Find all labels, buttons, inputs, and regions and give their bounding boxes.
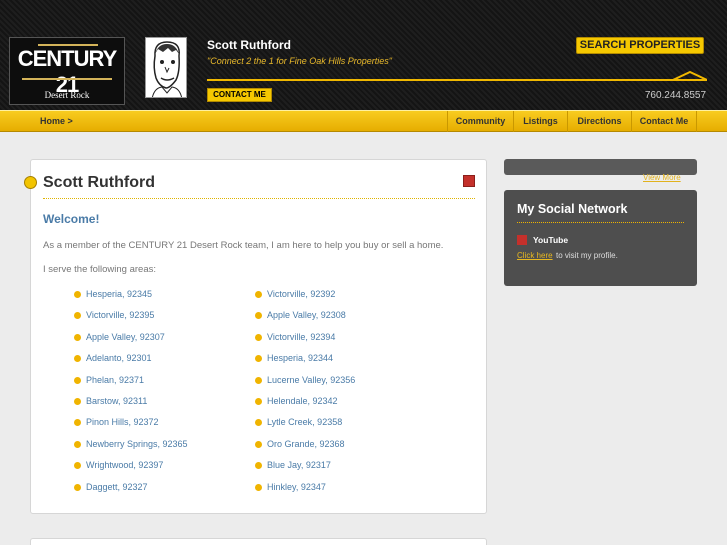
youtube-icon[interactable]	[463, 175, 475, 187]
search-properties-button[interactable]: SEARCH PROPERTIES	[576, 37, 704, 54]
area-link[interactable]: Oro Grande, 92368	[267, 439, 345, 449]
welcome-heading: Welcome!	[43, 212, 100, 226]
bullet-icon	[255, 291, 262, 298]
logo-subtitle: Desert Rock	[44, 90, 90, 100]
bullet-icon	[74, 440, 81, 448]
secondary-card	[30, 538, 487, 545]
roof-icon	[673, 71, 707, 81]
nav-item-community[interactable]: Community	[447, 111, 513, 132]
social-title: My Social Network	[517, 202, 628, 216]
century21-logo[interactable]: CENTURY 21 Desert Rock	[9, 37, 125, 105]
logo-divider	[22, 78, 112, 80]
nav-item-directions[interactable]: Directions	[567, 111, 631, 132]
bullet-icon	[255, 483, 262, 491]
nav-home[interactable]: Home >	[40, 116, 73, 126]
area-link[interactable]: Helendale, 92342	[267, 396, 338, 406]
title-bullet-icon	[24, 176, 37, 189]
area-link[interactable]: Victorville, 92394	[267, 332, 335, 342]
intro-text: As a member of the CENTURY 21 Desert Roc…	[43, 240, 444, 251]
area-link[interactable]: Hinkley, 92347	[267, 482, 326, 492]
area-link[interactable]: Apple Valley, 92307	[86, 332, 165, 342]
bullet-icon	[255, 440, 262, 448]
contact-me-button[interactable]: CONTACT ME	[207, 88, 272, 102]
youtube-icon[interactable]	[517, 235, 527, 245]
nav-item-contact-me[interactable]: Contact Me	[631, 111, 697, 132]
agent-avatar	[145, 37, 187, 98]
area-link[interactable]: Adelanto, 92301	[86, 353, 152, 363]
area-link[interactable]: Blue Jay, 92317	[267, 460, 331, 470]
visit-profile-text: to visit my profile.	[556, 251, 618, 260]
area-link[interactable]: Hesperia, 92345	[86, 289, 152, 299]
area-link[interactable]: Apple Valley, 92308	[267, 310, 346, 320]
bullet-icon	[74, 291, 81, 298]
title-divider	[43, 198, 475, 199]
area-link[interactable]: Pinon Hills, 92372	[86, 417, 159, 427]
main-nav: Home > Community Listings Directions Con…	[0, 110, 727, 132]
service-areas-heading: I serve the following areas:	[43, 264, 157, 275]
agent-name: Scott Ruthford	[207, 38, 291, 52]
youtube-label[interactable]: YouTube	[533, 235, 568, 245]
bullet-icon	[74, 483, 81, 491]
bullet-icon	[74, 333, 81, 341]
bullet-icon	[255, 333, 262, 341]
social-divider	[517, 222, 684, 223]
page-title: Scott Ruthford	[43, 174, 155, 191]
nav-item-listings[interactable]: Listings	[513, 111, 567, 132]
area-link[interactable]: Newberry Springs, 92365	[86, 439, 188, 449]
view-more-link[interactable]: View More	[643, 173, 681, 182]
agent-tagline: "Connect 2 the 1 for Fine Oak Hills Prop…	[207, 56, 392, 66]
area-link[interactable]: Victorville, 92392	[267, 289, 335, 299]
header-divider	[207, 79, 707, 81]
area-link[interactable]: Hesperia, 92344	[267, 353, 333, 363]
area-link[interactable]: Lucerne Valley, 92356	[267, 375, 355, 385]
click-here-link[interactable]: Click here	[517, 251, 553, 260]
bullet-icon	[74, 376, 81, 384]
area-link[interactable]: Lytle Creek, 92358	[267, 417, 342, 427]
area-link[interactable]: Wrightwood, 92397	[86, 460, 163, 470]
bullet-icon	[255, 398, 262, 405]
area-link[interactable]: Victorville, 92395	[86, 310, 154, 320]
area-link[interactable]: Daggett, 92327	[86, 482, 148, 492]
phone-number: 760.244.8557	[644, 90, 706, 101]
area-link[interactable]: Phelan, 92371	[86, 375, 144, 385]
bullet-icon	[255, 376, 262, 384]
bullet-icon	[74, 398, 81, 405]
area-link[interactable]: Barstow, 92311	[86, 396, 147, 406]
